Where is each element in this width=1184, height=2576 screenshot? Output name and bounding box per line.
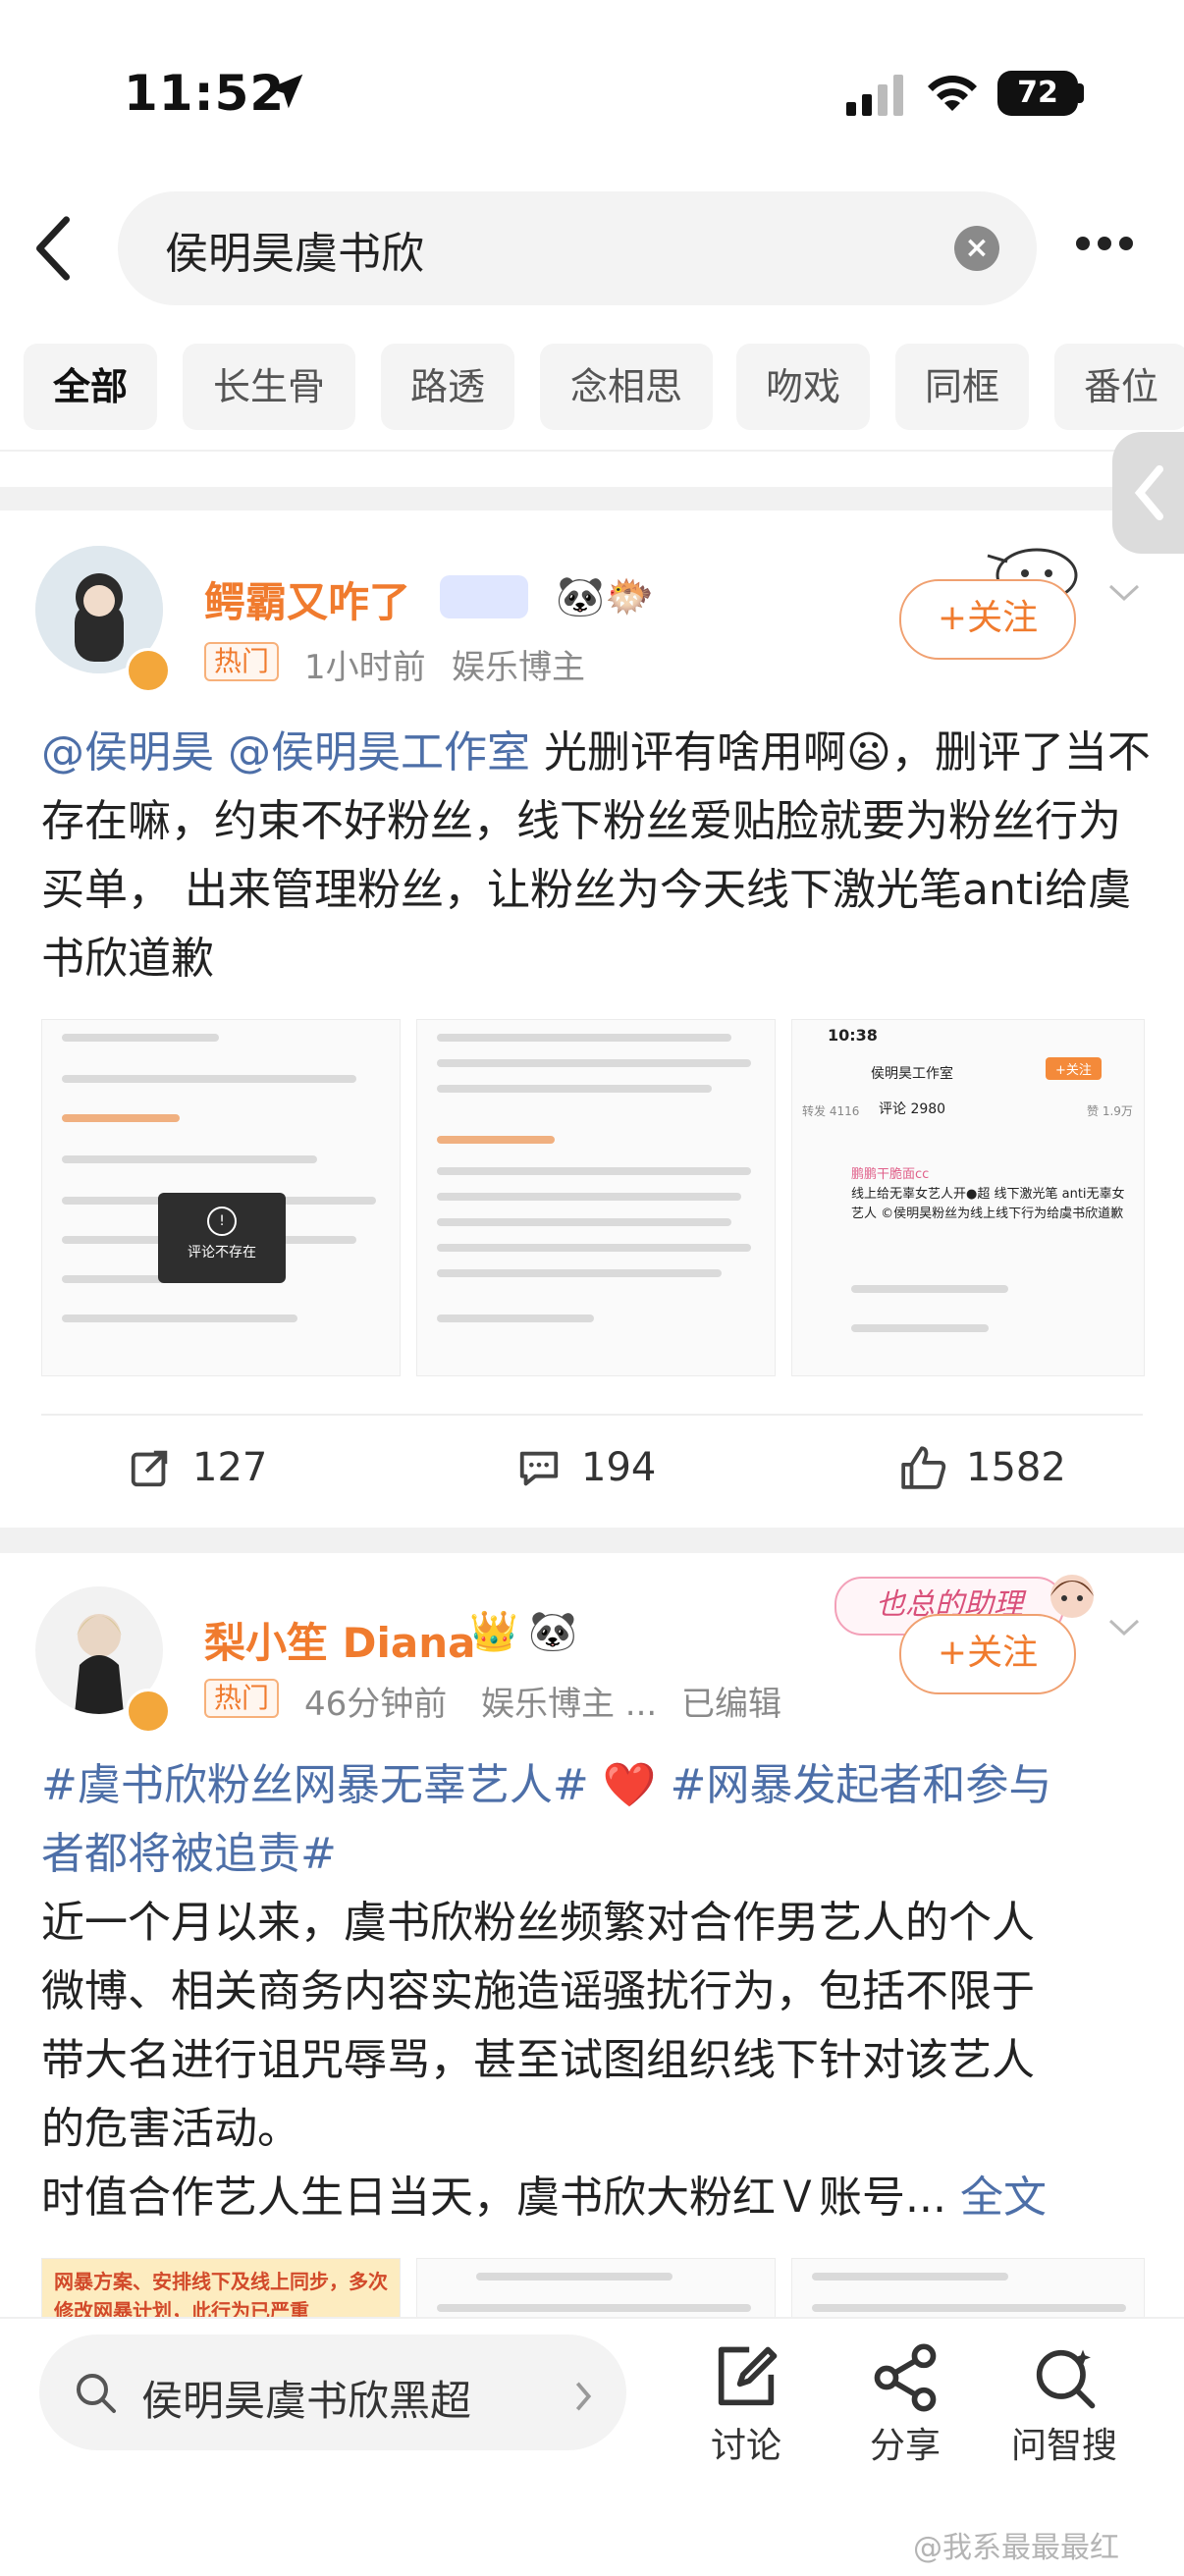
chevron-right-icon: [575, 2382, 592, 2411]
bottom-search-text: 侯明昊虞书欣黑超: [141, 2377, 472, 2425]
post-divider: [41, 1414, 1143, 1416]
full-text-link[interactable]: 全文: [960, 2173, 1047, 2223]
pufferfish-emoji-icon: 🐡: [605, 574, 654, 619]
post-body-line: 的危害活动。: [41, 2104, 300, 2154]
location-arrow-icon: [268, 74, 303, 109]
watermark-text: @我系最最最红: [913, 2531, 1119, 2565]
wifi-icon: [928, 76, 977, 111]
battery-indicator: 72: [997, 71, 1078, 116]
cellular-signal-icon: [846, 75, 903, 116]
post-image[interactable]: [416, 1019, 776, 1376]
tab-niansiangsi[interactable]: 念相思: [540, 344, 713, 430]
status-time: 11:52: [124, 65, 286, 122]
post-source: 娱乐博主 ...: [481, 1685, 658, 1724]
like-icon[interactable]: [899, 1443, 948, 1490]
back-arrow-icon[interactable]: [33, 214, 73, 283]
hot-badge: 热门: [204, 642, 280, 681]
panda-emoji-icon: 🐼: [556, 574, 605, 619]
repost-count[interactable]: 127: [192, 1445, 267, 1490]
post-body-line: 时值合作艺人生日当天，虞书欣大粉红Ｖ账号...: [41, 2173, 946, 2223]
chevron-left-icon: [1134, 465, 1163, 520]
share-label[interactable]: 分享: [836, 2417, 974, 2468]
post-body-line: 近一个月以来，虞书欣粉丝频繁对合作男艺人的个人: [41, 1898, 1035, 1948]
tab-same-frame[interactable]: 同框: [895, 344, 1029, 430]
post-source: 娱乐博主: [452, 648, 585, 687]
edited-label: 已编辑: [681, 1685, 781, 1724]
tab-divider: [0, 450, 1184, 452]
follow-button[interactable]: +关注: [899, 579, 1076, 660]
like-count[interactable]: 1582: [966, 1445, 1066, 1490]
level-badge-icon: [440, 575, 528, 618]
post-content: #虞书欣粉丝网暴无辜艺人# ❤️ #网暴发起者和参与 者都将被追责# 近一个月以…: [41, 1751, 1160, 2232]
topic-link[interactable]: #虞书欣粉丝网暴无辜艺人#: [41, 1760, 589, 1810]
discuss-label[interactable]: 讨论: [677, 2417, 815, 2468]
discuss-icon[interactable]: [709, 2340, 783, 2415]
repost-icon[interactable]: [128, 1445, 173, 1490]
search-query-text: 侯明昊虞书欣: [165, 229, 424, 279]
panda-emoji-icon: 🐼: [528, 1609, 577, 1654]
clear-search-icon[interactable]: ×: [954, 226, 999, 271]
mention-link[interactable]: @侯明昊工作室: [228, 727, 530, 778]
ask-label[interactable]: 问智搜: [996, 2417, 1133, 2468]
battery-tip: [1078, 83, 1084, 103]
post-separator: [0, 1528, 1184, 1553]
topic-link[interactable]: #网暴发起者和参与: [671, 1760, 1052, 1810]
follow-button[interactable]: +关注: [899, 1614, 1076, 1694]
ask-ai-search-icon[interactable]: [1027, 2340, 1102, 2415]
heart-emoji-icon: ❤️: [602, 1760, 657, 1810]
comment-icon[interactable]: [516, 1447, 562, 1490]
tab-kiss-scene[interactable]: 吻戏: [736, 344, 870, 430]
post-image[interactable]: ! 评论不存在: [41, 1019, 401, 1376]
topic-link[interactable]: 者都将被追责#: [41, 1820, 1160, 1889]
tab-all[interactable]: 全部: [24, 344, 157, 430]
share-icon[interactable]: [868, 2340, 942, 2415]
chevron-down-icon[interactable]: [1107, 583, 1141, 603]
search-icon: [77, 2374, 116, 2413]
tab-lutou[interactable]: 路透: [381, 344, 514, 430]
mention-link[interactable]: @侯明昊: [41, 727, 214, 778]
post-body-line: 微博、相关商务内容实施造谣骚扰行为，包括不限于: [41, 1966, 1035, 2016]
verified-badge-icon: [126, 1689, 171, 1734]
verified-badge-icon: [126, 648, 171, 693]
hot-badge: 热门: [204, 1679, 280, 1718]
chevron-down-icon[interactable]: [1107, 1618, 1141, 1637]
comment-count[interactable]: 194: [581, 1445, 656, 1490]
post-content: @侯明昊 @侯明昊工作室 光删评有啥用啊😦，删评了当不存在嘛，约束不好粉丝，线下…: [41, 719, 1160, 993]
post-image[interactable]: 10:38 侯明昊工作室 +关注 转发 4116 评论 2980 赞 1.9万 …: [791, 1019, 1145, 1376]
post-username[interactable]: 鳄霸又咋了: [204, 569, 410, 629]
post-body-line: 带大名进行诅咒辱骂，甚至试图组织线下针对该艺人: [41, 2035, 1035, 2085]
section-separator: [0, 487, 1184, 510]
post-time: 46分钟前: [304, 1685, 448, 1724]
comment-deleted-overlay: ! 评论不存在: [158, 1193, 286, 1283]
tab-changshenggu[interactable]: 长生骨: [183, 344, 355, 430]
tab-billing[interactable]: 番位: [1054, 344, 1184, 430]
side-collapse-handle[interactable]: [1112, 432, 1184, 554]
more-options-icon[interactable]: [1076, 236, 1141, 259]
post-time: 1小时前: [304, 648, 426, 687]
post-username[interactable]: 梨小笙 Diana: [204, 1610, 475, 1670]
crown-badge-icon: 👑: [469, 1609, 518, 1654]
